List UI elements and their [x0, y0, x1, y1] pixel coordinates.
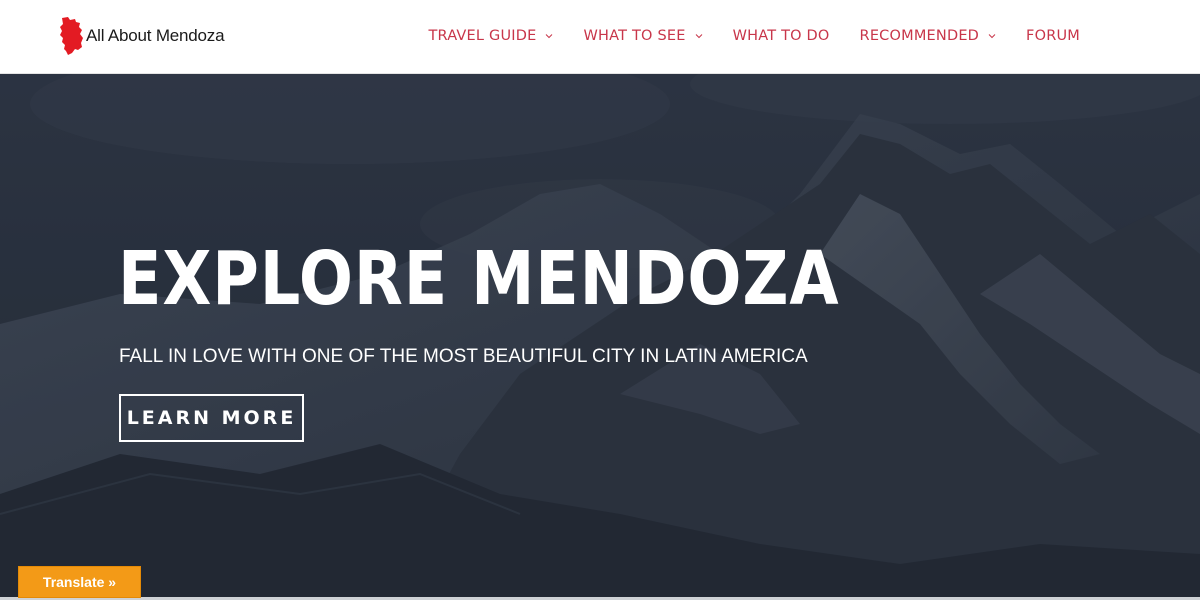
main-nav: TRAVEL GUIDE WHAT TO SEE WHAT TO DO RECO…	[429, 0, 1081, 72]
nav-item-label: WHAT TO SEE	[583, 28, 686, 44]
nav-item-travel-guide[interactable]: TRAVEL GUIDE	[429, 28, 554, 44]
learn-more-button[interactable]: LEARN MORE	[119, 394, 304, 442]
hero-subtitle: FALL IN LOVE WITH ONE OF THE MOST BEAUTI…	[119, 346, 808, 367]
mendoza-map-icon	[60, 17, 83, 55]
nav-item-label: RECOMMENDED	[859, 28, 980, 44]
site-logo[interactable]: All About Mendoza	[58, 16, 225, 56]
nav-item-what-to-see[interactable]: WHAT TO SEE	[583, 28, 702, 44]
translate-button[interactable]: Translate »	[18, 566, 141, 598]
nav-item-label: WHAT TO DO	[732, 28, 830, 44]
hero-section: EXPLORE MENDOZA FALL IN LOVE WITH ONE OF…	[0, 74, 1200, 600]
chevron-down-icon	[546, 34, 553, 39]
nav-item-what-to-do[interactable]: WHAT TO DO	[733, 28, 830, 44]
nav-item-label: FORUM	[1026, 28, 1080, 44]
nav-item-label: TRAVEL GUIDE	[428, 28, 537, 44]
hero-title: EXPLORE MENDOZA	[118, 236, 840, 322]
chevron-down-icon	[988, 34, 996, 39]
nav-item-forum[interactable]: FORUM	[1026, 28, 1080, 44]
site-header: All About Mendoza TRAVEL GUIDE WHAT TO S…	[0, 0, 1200, 74]
mountain-background-image	[0, 74, 1200, 600]
nav-item-recommended[interactable]: RECOMMENDED	[860, 28, 997, 44]
chevron-down-icon	[695, 34, 702, 39]
site-name: All About Mendoza	[86, 26, 225, 45]
